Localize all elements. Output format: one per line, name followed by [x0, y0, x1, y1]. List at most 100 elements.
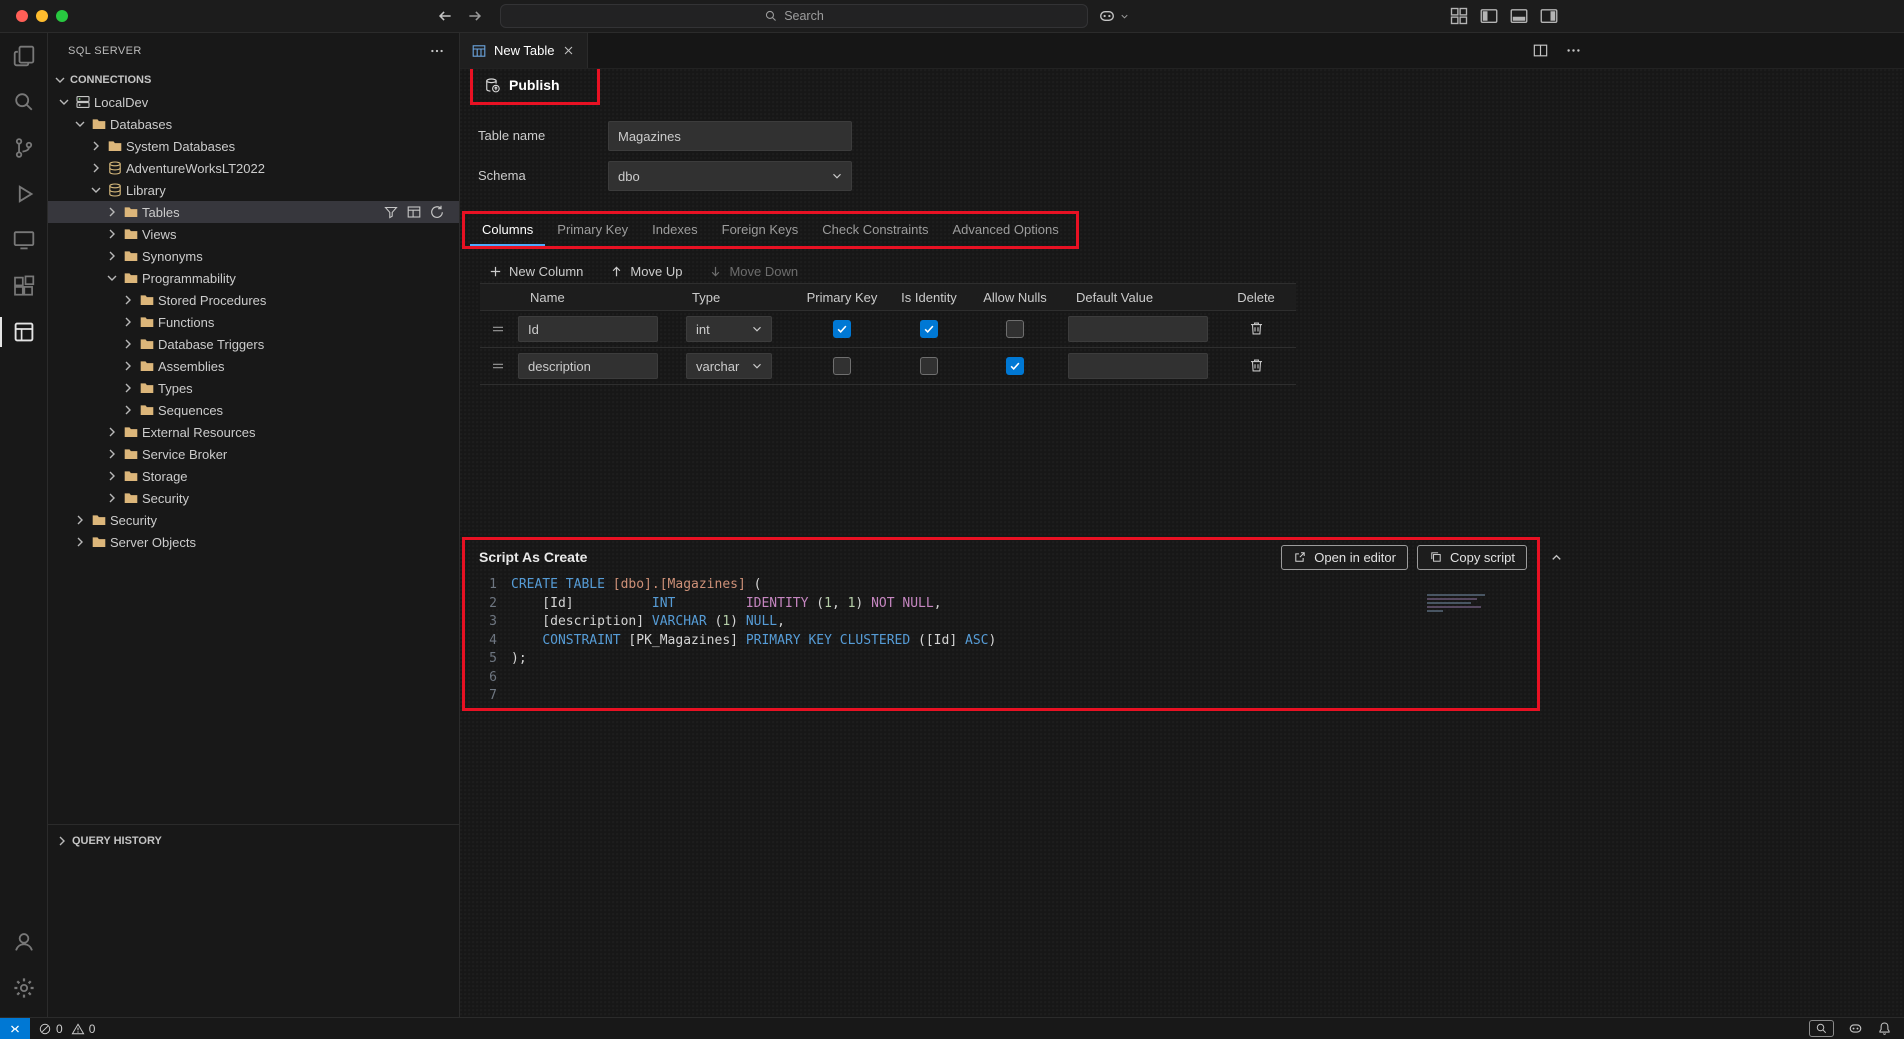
- open-in-editor-button[interactable]: Open in editor: [1281, 545, 1408, 570]
- grid-layout-icon[interactable]: [1449, 6, 1469, 26]
- drag-handle-icon[interactable]: [489, 321, 507, 337]
- tree-item-databases[interactable]: Databases: [48, 113, 459, 135]
- tab-new-table[interactable]: New Table: [460, 33, 588, 68]
- script-editor[interactable]: 1CREATE TABLE [dbo].[Magazines] (2 [Id] …: [465, 576, 1533, 705]
- zoom-indicator[interactable]: [1809, 1020, 1834, 1037]
- tree-item-security[interactable]: Security: [48, 509, 459, 531]
- delete-column-button[interactable]: [1247, 357, 1265, 375]
- default-value-input[interactable]: [1068, 316, 1208, 342]
- maximize-window-button[interactable]: [56, 10, 68, 22]
- designer-tab-label: Advanced Options: [952, 222, 1058, 237]
- tree-item-system-databases[interactable]: System Databases: [48, 135, 459, 157]
- drag-handle-icon[interactable]: [489, 358, 507, 374]
- folder-icon: [139, 314, 155, 330]
- panel-bottom-icon[interactable]: [1509, 6, 1529, 26]
- refresh-button[interactable]: [429, 204, 445, 220]
- minimap[interactable]: [1427, 594, 1493, 618]
- tree-item-storage[interactable]: Storage: [48, 465, 459, 487]
- tree-item-assemblies[interactable]: Assemblies: [48, 355, 459, 377]
- designer-tab-advanced-options[interactable]: Advanced Options: [940, 214, 1070, 246]
- panel-left-icon[interactable]: [1479, 6, 1499, 26]
- query-history-section-header[interactable]: QUERY HISTORY: [48, 824, 459, 856]
- tree-item-sequences[interactable]: Sequences: [48, 399, 459, 421]
- search-input[interactable]: Search: [500, 4, 1088, 28]
- column-type-select[interactable]: int: [686, 316, 772, 342]
- primary-key-checkbox-unchecked[interactable]: [833, 357, 851, 375]
- table-name-input[interactable]: [608, 121, 852, 151]
- new-column-button[interactable]: New Column: [488, 264, 583, 279]
- schema-select[interactable]: dbo: [608, 161, 852, 191]
- activity-item-extensions[interactable]: [0, 263, 47, 309]
- split-editor-icon[interactable]: [1532, 42, 1549, 59]
- tree-item-library[interactable]: Library: [48, 179, 459, 201]
- activity-item-source-control[interactable]: [0, 125, 47, 171]
- activity-item-remote-explorer[interactable]: [0, 217, 47, 263]
- activity-item-run-debug[interactable]: [0, 171, 47, 217]
- activity-item-settings[interactable]: [0, 965, 47, 1011]
- designer-tab-check-constraints[interactable]: Check Constraints: [810, 214, 940, 246]
- problems-status[interactable]: 0 0: [30, 1018, 103, 1039]
- filter-button[interactable]: [383, 204, 399, 220]
- forward-arrow-icon[interactable]: [466, 7, 484, 25]
- tree-item-database-triggers[interactable]: Database Triggers: [48, 333, 459, 355]
- default-value-input[interactable]: [1068, 353, 1208, 379]
- back-arrow-icon[interactable]: [436, 7, 454, 25]
- tree-item-service-broker[interactable]: Service Broker: [48, 443, 459, 465]
- remote-indicator[interactable]: [0, 1018, 30, 1039]
- chevron-right-icon: [120, 314, 136, 330]
- minimize-window-button[interactable]: [36, 10, 48, 22]
- more-actions-icon[interactable]: [1565, 42, 1582, 59]
- panel-right-icon[interactable]: [1539, 6, 1559, 26]
- panel-collapse-button[interactable]: [1546, 547, 1566, 567]
- allow-nulls-checkbox-checked[interactable]: [1006, 357, 1024, 375]
- designer-tab-columns[interactable]: Columns: [470, 214, 545, 246]
- delete-column-button[interactable]: [1247, 320, 1265, 338]
- allow-nulls-checkbox-unchecked[interactable]: [1006, 320, 1024, 338]
- designer-tab-indexes[interactable]: Indexes: [640, 214, 710, 246]
- is-identity-checkbox-unchecked[interactable]: [920, 357, 938, 375]
- close-tab-icon[interactable]: [561, 43, 576, 58]
- more-actions-icon[interactable]: [429, 43, 445, 59]
- activity-item-account[interactable]: [0, 919, 47, 965]
- column-name-input[interactable]: [518, 353, 658, 379]
- activity-item-explorer[interactable]: [0, 33, 47, 79]
- designer-tab-foreign-keys[interactable]: Foreign Keys: [710, 214, 811, 246]
- connections-section-header[interactable]: CONNECTIONS: [48, 68, 459, 91]
- activity-item-search[interactable]: [0, 79, 47, 125]
- folder-icon: [123, 468, 139, 484]
- bell-icon[interactable]: [1877, 1021, 1892, 1036]
- chevron-right-icon: [104, 248, 120, 264]
- tree-item-localdev[interactable]: LocalDev: [48, 91, 459, 113]
- publish-button[interactable]: Publish: [473, 77, 560, 94]
- table-icon: [471, 43, 487, 59]
- copilot-icon[interactable]: [1848, 1021, 1863, 1036]
- tree-item-synonyms[interactable]: Synonyms: [48, 245, 459, 267]
- code-line: 4 CONSTRAINT [PK_Magazines] PRIMARY KEY …: [465, 632, 1533, 651]
- move-up-button[interactable]: Move Up: [609, 264, 682, 279]
- tab-label: New Table: [494, 43, 554, 58]
- tree-item-functions[interactable]: Functions: [48, 311, 459, 333]
- is-identity-checkbox-checked[interactable]: [920, 320, 938, 338]
- designer-tab-primary-key[interactable]: Primary Key: [545, 214, 640, 246]
- tree-item-tables[interactable]: Tables: [48, 201, 459, 223]
- close-window-button[interactable]: [16, 10, 28, 22]
- tree-item-programmability[interactable]: Programmability: [48, 267, 459, 289]
- tree-item-views[interactable]: Views: [48, 223, 459, 245]
- primary-key-checkbox-checked[interactable]: [833, 320, 851, 338]
- tree-item-stored-procedures[interactable]: Stored Procedures: [48, 289, 459, 311]
- tree-item-adventureworkslt2022[interactable]: AdventureWorksLT2022: [48, 157, 459, 179]
- copy-script-button[interactable]: Copy script: [1417, 545, 1527, 570]
- column-type-select[interactable]: varchar: [686, 353, 772, 379]
- tree-item-security[interactable]: Security: [48, 487, 459, 509]
- tree-item-server-objects[interactable]: Server Objects: [48, 531, 459, 553]
- tree-item-types[interactable]: Types: [48, 377, 459, 399]
- new-table-button[interactable]: [406, 204, 422, 220]
- copilot-menu-button[interactable]: [1098, 7, 1130, 25]
- tree-item-external-resources[interactable]: External Resources: [48, 421, 459, 443]
- error-icon: [38, 1022, 52, 1036]
- code-line: 3 [description] VARCHAR (1) NULL,: [465, 613, 1533, 632]
- activity-item-sql-server[interactable]: [0, 309, 47, 355]
- chevron-right-icon: [104, 490, 120, 506]
- column-name-input[interactable]: [518, 316, 658, 342]
- chevron-down-icon: [750, 322, 764, 336]
